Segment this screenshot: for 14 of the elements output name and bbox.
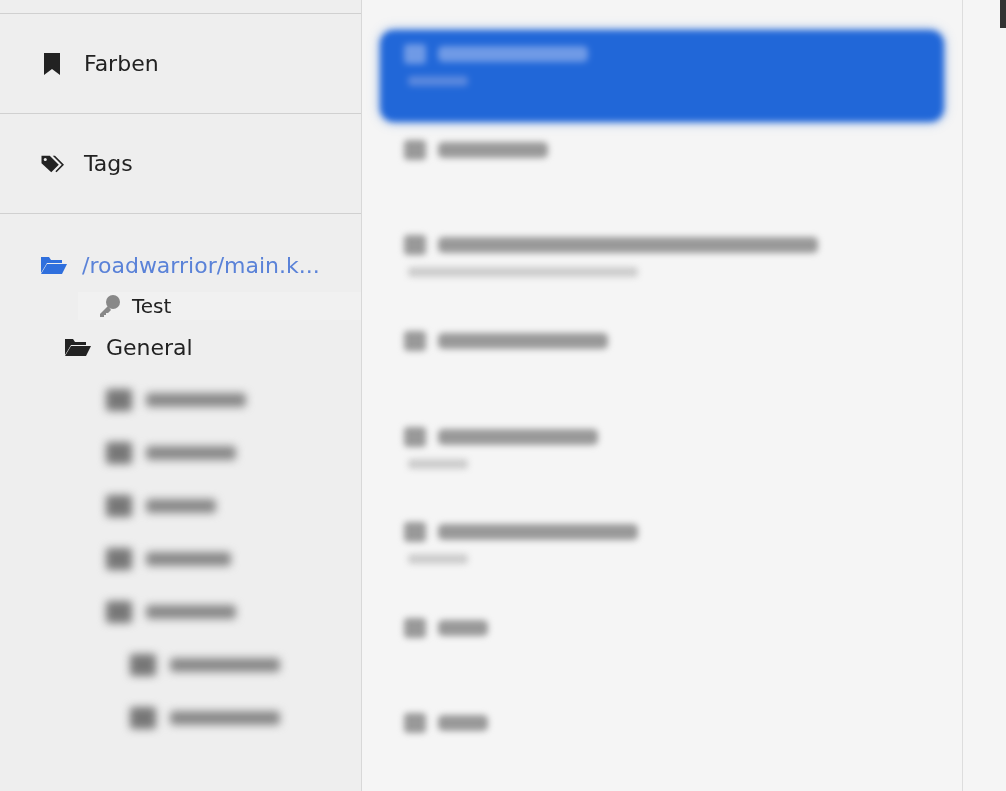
sidebar-label: Farben bbox=[84, 51, 159, 76]
tree-label: General bbox=[106, 334, 193, 360]
open-folder-icon bbox=[40, 255, 68, 275]
drag-label: Test bbox=[132, 294, 172, 318]
folder-icon bbox=[64, 337, 92, 357]
key-icon bbox=[98, 294, 122, 318]
sidebar-label: Tags bbox=[84, 151, 133, 176]
sidebar-item[interactable]: Farben bbox=[0, 13, 361, 113]
tree-label: /roadwarrior/main.k... bbox=[82, 252, 320, 278]
bookmark-icon bbox=[42, 51, 62, 76]
tree-item[interactable]: General bbox=[0, 325, 361, 369]
blurred-entry[interactable] bbox=[380, 30, 944, 122]
sidebar-item[interactable]: Tags bbox=[0, 113, 361, 214]
edge-bar bbox=[1000, 0, 1006, 28]
